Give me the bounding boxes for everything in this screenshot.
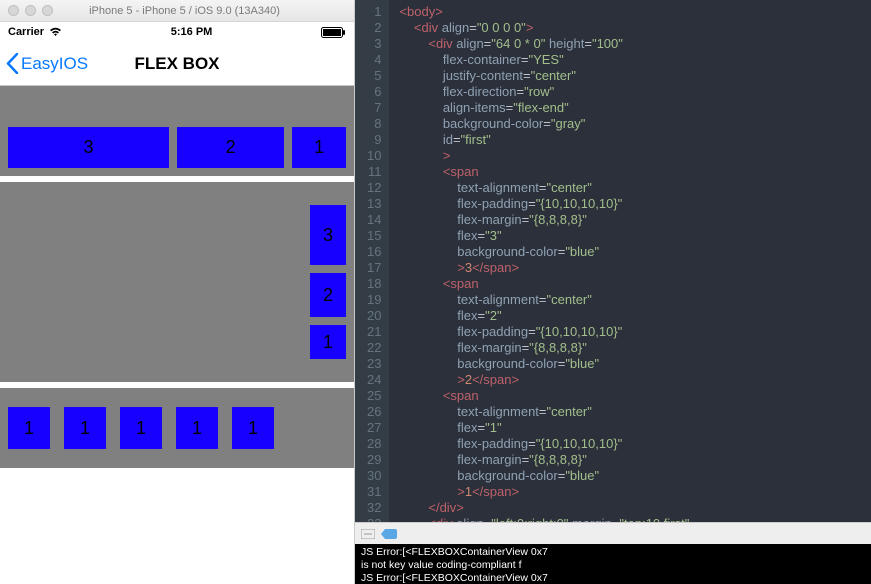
flex-box: 1 [292, 127, 346, 168]
back-label: EasyIOS [21, 54, 88, 74]
flex-box: 1 [176, 407, 218, 449]
device-screen: Carrier 5:16 PM EasyIOS FLEX BOX [0, 22, 354, 584]
flex-box: 1 [232, 407, 274, 449]
window-titlebar[interactable]: iPhone 5 - iPhone 5 / iOS 9.0 (13A340) [0, 0, 354, 22]
flex-box: 2 [310, 273, 346, 317]
console-line: is not key value coding-compliant f [361, 559, 865, 572]
line-gutter: 1234567891011121314151617181920212223242… [355, 0, 389, 522]
flex-box: 1 [310, 325, 346, 359]
minimize-icon[interactable] [25, 5, 36, 16]
code-area[interactable]: 1234567891011121314151617181920212223242… [355, 0, 871, 522]
flex-box: 3 [310, 205, 346, 265]
flex-box: 2 [177, 127, 284, 168]
flex-box: 3 [8, 127, 169, 168]
flex-row-1: 3 2 1 [0, 86, 354, 176]
wifi-icon [49, 27, 62, 37]
code-content[interactable]: <body> <div align="0 0 0 0"> <div align=… [389, 0, 871, 522]
editor-breadcrumb[interactable] [355, 522, 871, 544]
nav-bar: EasyIOS FLEX BOX [0, 42, 354, 86]
nav-title: FLEX BOX [134, 54, 219, 74]
outline-icon [361, 529, 375, 539]
content-area[interactable]: 3 2 1 3 2 1 1 1 1 1 1 [0, 86, 354, 584]
zoom-icon[interactable] [42, 5, 53, 16]
carrier-label: Carrier [8, 26, 44, 38]
traffic-lights[interactable] [8, 5, 53, 16]
console-line: JS Error:[<FLEXBOXContainerView 0x7 [361, 572, 865, 584]
window-title: iPhone 5 - iPhone 5 / iOS 9.0 (13A340) [63, 5, 346, 17]
flex-row-3: 1 1 1 1 1 [0, 388, 354, 468]
chevron-left-icon [6, 53, 19, 74]
status-bar: Carrier 5:16 PM [0, 22, 354, 42]
back-button[interactable]: EasyIOS [0, 53, 94, 74]
flex-box: 1 [64, 407, 106, 449]
console-line: JS Error:[<FLEXBOXContainerView 0x7 [361, 546, 865, 559]
close-icon[interactable] [8, 5, 19, 16]
flex-box: 1 [120, 407, 162, 449]
flex-row-2: 3 2 1 [0, 182, 354, 382]
code-editor: 1234567891011121314151617181920212223242… [355, 0, 871, 584]
clock-label: 5:16 PM [171, 26, 213, 38]
battery-icon [321, 27, 346, 38]
debug-console[interactable]: JS Error:[<FLEXBOXContainerView 0x7 is n… [355, 544, 871, 584]
tag-icon [381, 529, 397, 539]
simulator-window: iPhone 5 - iPhone 5 / iOS 9.0 (13A340) C… [0, 0, 355, 584]
flex-box: 1 [8, 407, 50, 449]
